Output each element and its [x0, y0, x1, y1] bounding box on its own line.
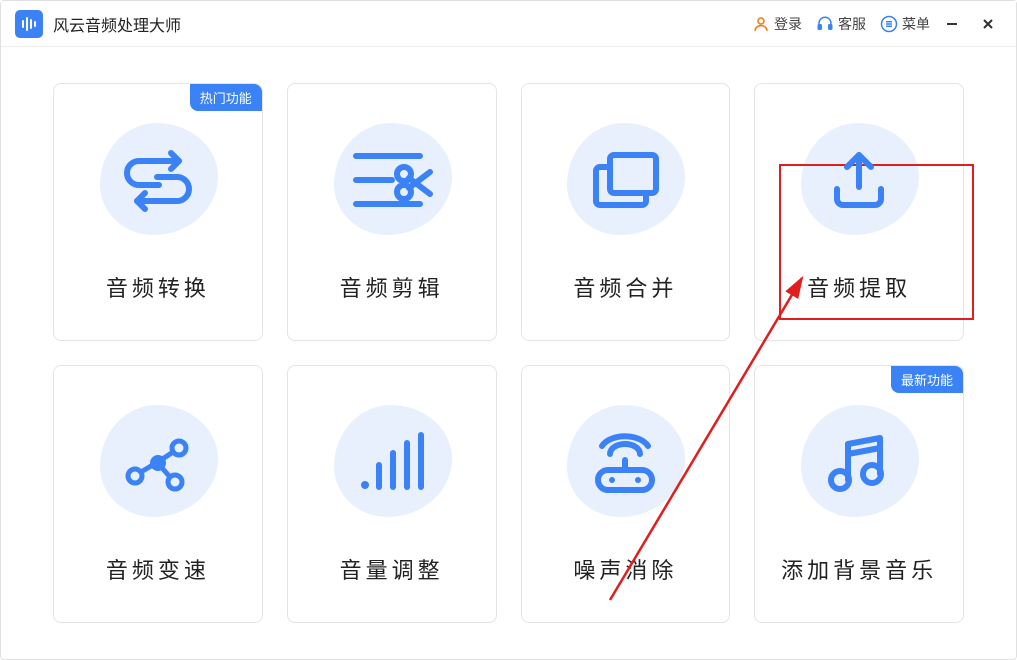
login-label: 登录: [774, 14, 802, 34]
card-label: 音量调整: [340, 553, 444, 585]
extract-icon: [799, 121, 919, 241]
card-label: 音频剪辑: [340, 271, 444, 303]
speed-icon: [98, 403, 218, 523]
convert-icon: [98, 121, 218, 241]
volume-icon: [332, 403, 452, 523]
card-label: 添加背景音乐: [781, 553, 937, 585]
app-title: 风云音频处理大师: [53, 12, 181, 36]
card-denoise[interactable]: 噪声消除: [521, 365, 731, 623]
card-label: 音频合并: [573, 271, 677, 303]
card-label: 音频变速: [106, 553, 210, 585]
card-audio-convert[interactable]: 热门功能 音频转换: [53, 83, 263, 341]
card-label: 音频提取: [807, 271, 911, 303]
app-window: 风云音频处理大师 登录 客服 菜单 热门: [0, 0, 1017, 660]
card-audio-extract[interactable]: 音频提取: [754, 83, 964, 341]
titlebar: 风云音频处理大师 登录 客服 菜单: [1, 1, 1016, 47]
card-label: 噪声消除: [573, 553, 677, 585]
headset-icon: [816, 15, 834, 33]
support-label: 客服: [838, 14, 866, 34]
denoise-icon: [565, 403, 685, 523]
card-audio-cut[interactable]: 音频剪辑: [287, 83, 497, 341]
badge-new: 最新功能: [891, 366, 963, 393]
badge-hot: 热门功能: [190, 84, 262, 111]
app-logo-icon: [15, 10, 43, 38]
login-button[interactable]: 登录: [752, 14, 802, 34]
bgm-icon: [799, 403, 919, 523]
close-button[interactable]: [974, 10, 1002, 38]
card-add-bgm[interactable]: 最新功能 添加背景音乐: [754, 365, 964, 623]
cut-icon: [332, 121, 452, 241]
support-button[interactable]: 客服: [816, 14, 866, 34]
menu-list-icon: [880, 15, 898, 33]
card-audio-merge[interactable]: 音频合并: [521, 83, 731, 341]
merge-icon: [565, 121, 685, 241]
menu-button[interactable]: 菜单: [880, 14, 930, 34]
card-volume-adjust[interactable]: 音量调整: [287, 365, 497, 623]
main-grid: 热门功能 音频转换: [1, 47, 1016, 659]
user-icon: [752, 15, 770, 33]
card-label: 音频转换: [106, 271, 210, 303]
menu-label: 菜单: [902, 14, 930, 34]
card-audio-speed[interactable]: 音频变速: [53, 365, 263, 623]
minimize-button[interactable]: [938, 10, 966, 38]
